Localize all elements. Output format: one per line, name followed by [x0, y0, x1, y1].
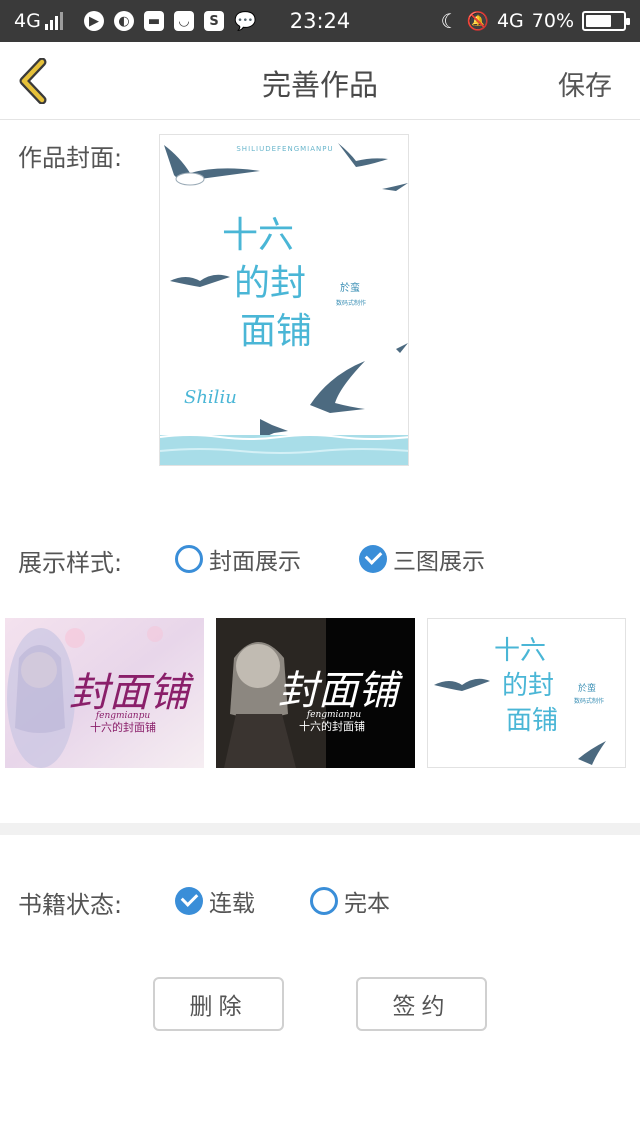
radio-cover-display[interactable]: 封面展示 — [175, 542, 301, 576]
section-divider — [0, 823, 640, 835]
radio-three-image-display[interactable]: 三图展示 — [359, 542, 485, 576]
svg-text:封面铺: 封面铺 — [278, 668, 403, 714]
cover-image[interactable]: SHILIUDEFENGMIANPU 十六 的封 面铺 於蛮 数码式制作 Shi… — [159, 134, 409, 466]
svg-text:的封: 的封 — [234, 263, 306, 304]
seagull-cover-art: SHILIUDEFENGMIANPU 十六 的封 面铺 於蛮 数码式制作 Shi… — [160, 135, 408, 465]
svg-text:的封: 的封 — [502, 671, 554, 701]
page-title: 完善作品 — [261, 68, 378, 102]
thumbnail-2[interactable]: 封面铺 fengmianpu 十六的封面铺 — [216, 618, 415, 768]
radio-label: 连载 — [209, 891, 255, 917]
dark-girl-thumbnail-art: 封面铺 fengmianpu 十六的封面铺 — [216, 618, 415, 768]
radio-checked-icon — [359, 545, 387, 573]
anime-girl-thumbnail-art: 封面铺 fengmianpu 十六的封面铺 — [5, 618, 204, 768]
svg-text:Shiliu: Shiliu — [184, 387, 237, 408]
svg-text:面铺: 面铺 — [506, 706, 558, 736]
mute-bell-icon: 🔕 — [466, 10, 489, 32]
battery-percent: 70% — [531, 10, 574, 32]
battery-icon — [582, 11, 630, 31]
svg-text:於蛮: 於蛮 — [340, 281, 360, 294]
radio-label: 三图展示 — [393, 549, 485, 575]
svg-text:数码式制作: 数码式制作 — [574, 697, 604, 705]
status-bar: 4G ▶ ◐ ▬ ◡ S 💬 23:24 ☾ 🔕 4G 70% — [0, 0, 640, 42]
moon-icon: ☾ — [440, 9, 459, 33]
svg-text:封面铺: 封面铺 — [69, 670, 194, 716]
sign-contract-button[interactable]: 签约 — [356, 977, 487, 1031]
seagull-thumbnail-art: 十六 的封 面铺 於蛮 数码式制作 — [428, 619, 625, 767]
system-icons: ☾ 🔕 4G 70% — [440, 0, 630, 42]
svg-text:fengmianpu: fengmianpu — [306, 710, 362, 720]
radio-label: 封面展示 — [209, 549, 301, 575]
delete-button[interactable]: 删除 — [153, 977, 284, 1031]
svg-text:SHILIUDEFENGMIANPU: SHILIUDEFENGMIANPU — [236, 145, 333, 153]
radio-completed[interactable]: 完本 — [310, 884, 390, 918]
svg-text:fengmianpu: fengmianpu — [95, 711, 151, 721]
svg-text:十六: 十六 — [222, 215, 294, 256]
svg-text:十六的封面铺: 十六的封面铺 — [90, 720, 156, 734]
book-status-label: 书籍状态: — [18, 891, 123, 919]
radio-unchecked-icon — [175, 545, 203, 573]
svg-text:面铺: 面铺 — [240, 311, 312, 352]
radio-serializing[interactable]: 连载 — [175, 884, 255, 918]
thumbnail-3[interactable]: 十六 的封 面铺 於蛮 数码式制作 — [427, 618, 626, 768]
svg-text:十六: 十六 — [494, 636, 546, 666]
svg-text:数码式制作: 数码式制作 — [336, 299, 366, 307]
radio-label: 完本 — [344, 891, 390, 917]
thumbnail-1[interactable]: 封面铺 fengmianpu 十六的封面铺 — [5, 618, 204, 768]
network-type-right: 4G — [496, 10, 524, 32]
display-style-label: 展示样式: — [18, 549, 123, 577]
save-button[interactable]: 保存 — [558, 64, 612, 103]
svg-text:於蛮: 於蛮 — [578, 682, 596, 694]
cover-label: 作品封面: — [18, 144, 123, 172]
nav-bar: 完善作品 保存 — [0, 42, 640, 120]
radio-checked-icon — [175, 887, 203, 915]
svg-text:十六的封面铺: 十六的封面铺 — [299, 719, 365, 733]
radio-unchecked-icon — [310, 887, 338, 915]
